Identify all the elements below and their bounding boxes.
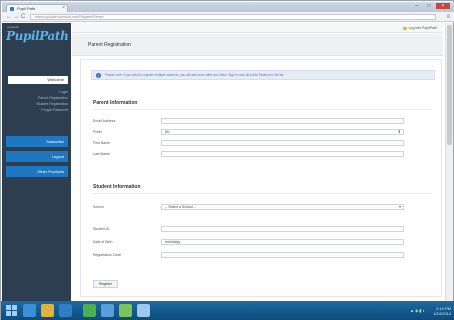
sidebar-link-forgot-password[interactable]: Forgot Password xyxy=(42,108,68,112)
tab-close-icon[interactable]: × xyxy=(62,5,65,12)
registration-code-label: Registration Code xyxy=(93,253,122,257)
dob-label: Date of Birth xyxy=(93,240,113,244)
pupilpath-logo[interactable]: pupilpath PupilPath xyxy=(6,25,69,51)
sidebar-button-subscribe[interactable]: Subscribe xyxy=(6,136,68,147)
page-title-bar: Parent Registration xyxy=(72,34,443,56)
page-scrollbar[interactable] xyxy=(445,23,453,301)
tab-title: Pupil Path xyxy=(17,6,36,11)
system-tray-icons[interactable]: ▲ ◈ ▮ ◐ xyxy=(410,308,425,313)
alert-text: Please note: if you wish to register mul… xyxy=(105,73,285,77)
login-link[interactable]: Log into PupilPath xyxy=(402,26,437,30)
section-title-parent: Parent Information xyxy=(93,100,138,106)
student-id-field[interactable] xyxy=(161,226,404,232)
browser-titlebar: Pupil Path × – □ × xyxy=(2,2,454,12)
url-input[interactable]: www.pupilpath.skedula.com/Register/Paren… xyxy=(30,14,436,20)
divider xyxy=(93,193,431,194)
clock-date: 1/24/2014 xyxy=(433,311,451,316)
favicon-icon xyxy=(10,7,14,11)
last-name-label: Last Name xyxy=(93,152,110,156)
window-close-button[interactable]: × xyxy=(436,3,450,9)
sidebar-button-logout[interactable]: Logout xyxy=(6,151,68,162)
windows-taskbar: ▲ ◈ ▮ ◐ 2:14 PM 1/24/2014 xyxy=(1,301,454,320)
first-name-label: First Name xyxy=(93,141,111,145)
sidebar-link-student-registration[interactable]: Student Registration xyxy=(36,102,68,106)
scrollbar-thumb[interactable] xyxy=(447,25,452,145)
first-name-field[interactable] xyxy=(161,140,404,146)
logo-text: PupilPath xyxy=(6,29,69,43)
dob-field[interactable]: mm/dd/yy xyxy=(161,239,404,245)
sidebar-link-parent-registration[interactable]: Parent Registration xyxy=(38,96,68,100)
student-id-label: Student ID xyxy=(93,227,110,231)
info-icon: i xyxy=(96,73,101,78)
reload-icon[interactable]: C xyxy=(21,14,25,20)
school-select[interactable]: -- Select a School -- ▾ xyxy=(161,204,404,210)
chevron-down-icon: ▾ xyxy=(398,204,401,209)
last-name-field[interactable] xyxy=(161,151,404,157)
back-arrow-icon[interactable]: ← xyxy=(6,14,12,20)
browser-window: Pupil Path × – □ × ← → C www.pupilpath.s… xyxy=(0,0,454,320)
ie-icon[interactable] xyxy=(23,304,36,317)
start-button[interactable] xyxy=(6,305,17,316)
media-icon[interactable] xyxy=(59,304,72,317)
sidebar: pupilpath PupilPath Welcome Login Parent… xyxy=(2,23,71,301)
select-arrows-icon: ⬍ xyxy=(397,129,401,134)
prefix-value: Mr. xyxy=(165,130,170,134)
page-title: Parent Registration xyxy=(88,42,131,48)
window-controls: – □ × xyxy=(412,3,450,9)
chrome-icon[interactable] xyxy=(83,304,96,317)
minimize-button[interactable]: – xyxy=(412,3,422,9)
email-field[interactable] xyxy=(161,118,404,124)
maximize-button[interactable]: □ xyxy=(424,3,434,9)
app-icon[interactable] xyxy=(137,304,150,317)
app-icon[interactable] xyxy=(119,304,132,317)
folder-icon[interactable] xyxy=(41,304,54,317)
login-link-label: Log into PupilPath xyxy=(408,26,437,30)
section-title-student: Student Information xyxy=(93,184,141,190)
prefix-select[interactable]: Mr. ⬍ xyxy=(161,129,404,135)
forward-arrow-icon[interactable]: → xyxy=(13,14,19,20)
school-label: School xyxy=(93,205,104,209)
email-label: Email Address xyxy=(93,119,116,123)
register-button[interactable]: Register xyxy=(93,280,118,288)
prefix-label: Prefix xyxy=(93,130,102,134)
registration-form: i Please note: if you wish to register m… xyxy=(80,59,442,297)
app-icon[interactable] xyxy=(101,304,114,317)
registration-code-field[interactable] xyxy=(161,252,404,258)
info-alert: i Please note: if you wish to register m… xyxy=(91,70,435,80)
address-bar: ← → C www.pupilpath.skedula.com/Register… xyxy=(2,12,454,22)
logo-caption: pupilpath xyxy=(7,25,20,29)
sidebar-item-welcome[interactable]: Welcome xyxy=(8,76,68,84)
sidebar-link-login[interactable]: Login xyxy=(59,90,68,94)
sidebar-button-other-products[interactable]: Other Products xyxy=(6,166,68,177)
clock[interactable]: 2:14 PM 1/24/2014 xyxy=(433,306,451,316)
browser-menu-icon[interactable]: ≡ xyxy=(446,14,450,20)
school-value: -- Select a School -- xyxy=(165,205,196,209)
top-header: Log into PupilPath xyxy=(72,23,443,33)
browser-tab[interactable]: Pupil Path × xyxy=(6,4,68,12)
key-icon xyxy=(402,26,407,30)
divider xyxy=(93,109,431,110)
